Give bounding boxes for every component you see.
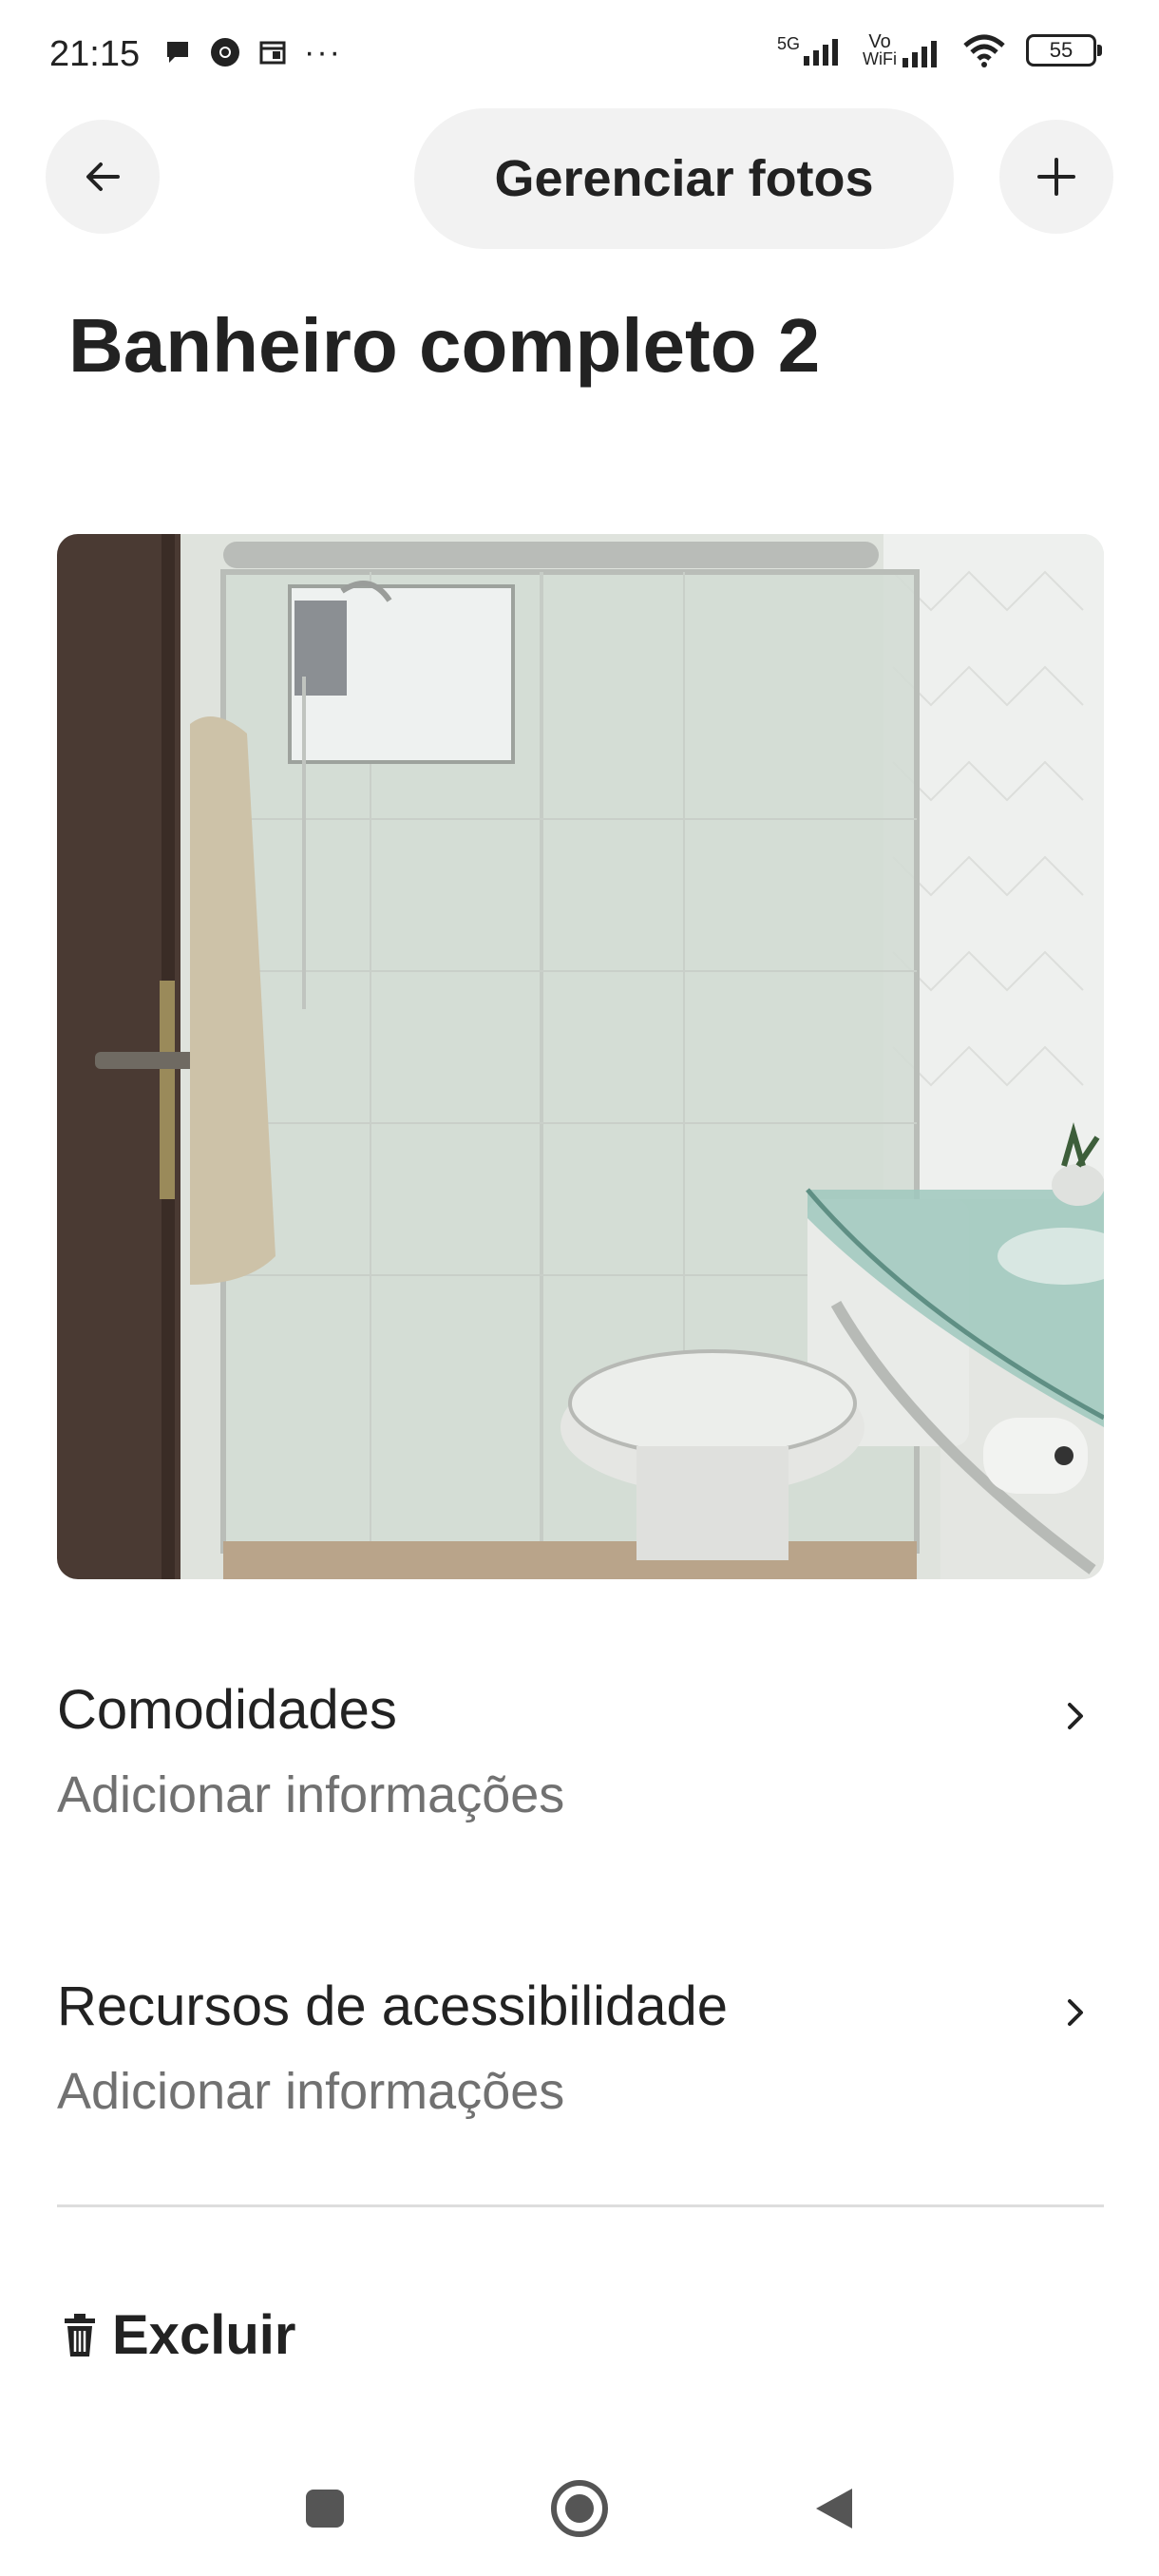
room-photo[interactable] [57, 534, 1104, 1579]
chat-icon [167, 42, 188, 63]
manage-photos-button[interactable]: Gerenciar fotos [414, 108, 954, 249]
chevron-right-icon [1068, 1999, 1083, 2026]
amenities-row[interactable]: Comodidades Adicionar informações [57, 1678, 1104, 1859]
delete-label: Excluir [112, 2304, 296, 2366]
back-button[interactable] [46, 120, 160, 234]
trash-icon [65, 2313, 95, 2357]
calendar-icon [259, 41, 286, 65]
chevron-right-icon [1068, 1703, 1083, 1729]
network-label: 5G [777, 34, 801, 53]
battery-indicator: 55 [1026, 34, 1102, 67]
amenities-title: Comodidades [57, 1679, 397, 1741]
accessibility-title: Recursos de acessibilidade [57, 1975, 729, 2037]
accessibility-subtitle: Adicionar informações [57, 2063, 565, 2120]
add-photo-button[interactable] [999, 120, 1113, 234]
vowifi-signal-icon: Vo WiFi [863, 31, 942, 68]
square-icon [306, 2490, 344, 2528]
vowifi-label-top: Vo [868, 31, 891, 52]
home-circle-icon [551, 2480, 608, 2537]
recent-apps-button[interactable] [277, 2461, 372, 2556]
wifi-icon [963, 34, 1005, 67]
divider [57, 2204, 1104, 2207]
delete-button[interactable]: Excluir [61, 2303, 295, 2367]
chrome-icon [211, 38, 239, 67]
status-time: 21:15 [49, 34, 141, 74]
triangle-back-icon [816, 2489, 852, 2528]
more-notifications-icon: ··· [304, 34, 342, 70]
page-title: Banheiro completo 2 [68, 303, 821, 388]
arrow-left-icon [86, 162, 120, 191]
system-nav-bar [0, 2461, 1159, 2556]
amenities-subtitle: Adicionar informações [57, 1766, 565, 1823]
bathroom-photo-illustration [57, 534, 1104, 1579]
manage-photos-label: Gerenciar fotos [494, 150, 874, 207]
back-nav-button[interactable] [787, 2461, 882, 2556]
home-button[interactable] [532, 2461, 627, 2556]
signal-5g-icon: 5G [777, 35, 844, 66]
vowifi-label-bottom: WiFi [863, 49, 897, 68]
accessibility-row[interactable]: Recursos de acessibilidade Adicionar inf… [57, 1975, 1104, 2155]
status-bar: 21:15 ··· 5G Vo WiFi 55 [0, 0, 1159, 114]
plus-icon [1037, 158, 1075, 196]
